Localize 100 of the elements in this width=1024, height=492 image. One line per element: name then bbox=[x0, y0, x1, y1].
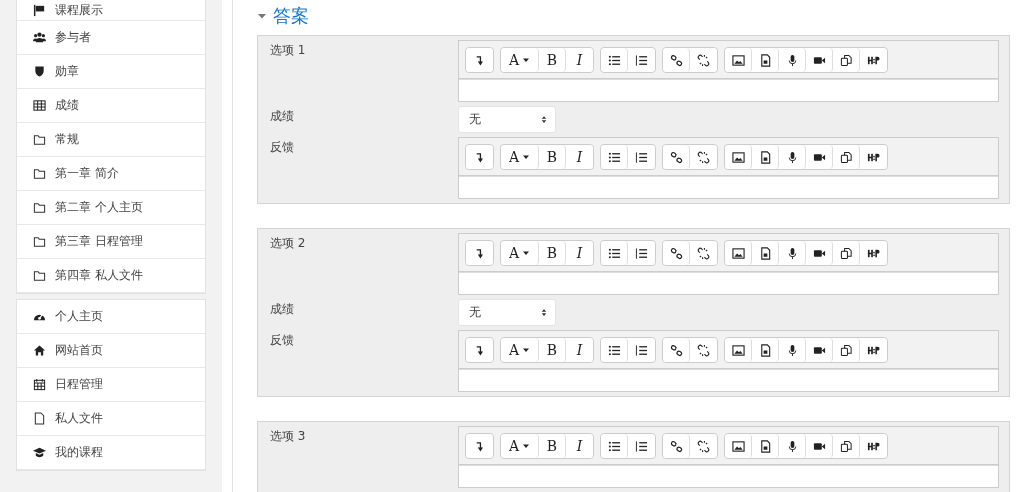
image-icon bbox=[731, 246, 745, 260]
caret-icon bbox=[522, 56, 531, 64]
document-icon bbox=[758, 53, 772, 67]
section-heading: 答案 bbox=[273, 4, 309, 28]
folder-icon bbox=[33, 269, 46, 282]
sidebar-item[interactable]: 我的课程 bbox=[17, 436, 205, 470]
grade-select[interactable]: 无 bbox=[458, 106, 556, 133]
table-icon bbox=[33, 99, 46, 112]
link-button[interactable] bbox=[663, 48, 690, 72]
numbered-list-icon bbox=[635, 439, 648, 453]
sidebar-item[interactable]: 常规 bbox=[17, 123, 205, 157]
bullet-list-icon bbox=[607, 439, 621, 453]
font-style-button[interactable]: A bbox=[501, 145, 539, 169]
up-down-arrows-icon bbox=[541, 308, 547, 317]
collapse-toolbar-button[interactable] bbox=[466, 338, 493, 362]
sidebar-item[interactable]: 日程管理 bbox=[17, 368, 205, 402]
caret-icon bbox=[522, 153, 531, 161]
up-down-arrows-icon bbox=[541, 115, 547, 124]
font-style-button[interactable]: A bbox=[501, 241, 539, 265]
grade-select[interactable]: 无 bbox=[458, 299, 556, 326]
broken-link-icon bbox=[697, 53, 710, 67]
link-icon bbox=[669, 150, 683, 164]
link-button[interactable] bbox=[663, 145, 690, 169]
bullet-list-icon bbox=[607, 150, 621, 164]
numbered-list-icon bbox=[635, 343, 648, 357]
caret-icon bbox=[522, 442, 531, 450]
image-button[interactable] bbox=[725, 48, 752, 72]
copy-icon bbox=[839, 439, 853, 453]
numbered-list-icon bbox=[635, 246, 648, 260]
bullet-list-icon bbox=[607, 246, 621, 260]
image-icon bbox=[731, 343, 745, 357]
document-icon bbox=[758, 439, 772, 453]
broken-link-icon bbox=[697, 246, 710, 260]
sidebar-item[interactable]: 网站首页 bbox=[17, 334, 205, 368]
link-icon bbox=[669, 246, 683, 260]
folder-icon bbox=[33, 133, 46, 146]
image-button[interactable] bbox=[725, 145, 752, 169]
collapse-toolbar-button[interactable] bbox=[466, 241, 493, 265]
collapse-toolbar-button[interactable] bbox=[466, 434, 493, 458]
field-label: 反馈 bbox=[270, 332, 295, 349]
bullet-list-button[interactable] bbox=[601, 48, 628, 72]
sidebar-item[interactable]: 个人主页 bbox=[17, 300, 205, 334]
sidebar-item[interactable]: 勋章 bbox=[17, 55, 205, 89]
link-icon bbox=[669, 439, 683, 453]
sidebar-item[interactable]: 第三章 日程管理 bbox=[17, 225, 205, 259]
field-label: 成绩 bbox=[270, 301, 295, 318]
users-icon bbox=[33, 31, 46, 44]
document-icon bbox=[758, 150, 772, 164]
link-button[interactable] bbox=[663, 434, 690, 458]
image-icon bbox=[731, 439, 745, 453]
folder-icon bbox=[33, 235, 46, 248]
graduation-cap-icon bbox=[33, 446, 46, 459]
bullet-list-button[interactable] bbox=[601, 145, 628, 169]
font-style-button[interactable]: A bbox=[501, 48, 539, 72]
broken-link-icon bbox=[697, 439, 710, 453]
copy-icon bbox=[839, 150, 853, 164]
sidebar-item[interactable]: 成绩 bbox=[17, 89, 205, 123]
copy-icon bbox=[839, 53, 853, 67]
sidebar-item[interactable]: 课程展示 bbox=[17, 0, 205, 21]
bullet-list-button[interactable] bbox=[601, 241, 628, 265]
broken-link-icon bbox=[697, 343, 710, 357]
sidebar-item[interactable]: 私人文件 bbox=[17, 402, 205, 436]
font-style-button[interactable]: A bbox=[501, 338, 539, 362]
link-icon bbox=[669, 53, 683, 67]
shield-icon bbox=[33, 65, 46, 78]
link-button[interactable] bbox=[663, 241, 690, 265]
sidebar-item[interactable]: 参与者 bbox=[17, 21, 205, 55]
collapse-caret-icon[interactable] bbox=[257, 11, 267, 21]
bullet-list-icon bbox=[607, 343, 621, 357]
caret-icon bbox=[522, 346, 531, 354]
file-icon bbox=[33, 412, 46, 425]
image-icon bbox=[731, 150, 745, 164]
broken-link-icon bbox=[697, 150, 710, 164]
field-label: 反馈 bbox=[270, 139, 295, 156]
calendar-icon bbox=[33, 378, 46, 391]
bullet-list-button[interactable] bbox=[601, 434, 628, 458]
image-button[interactable] bbox=[725, 338, 752, 362]
copy-icon bbox=[839, 246, 853, 260]
caret-icon bbox=[522, 249, 531, 257]
link-button[interactable] bbox=[663, 338, 690, 362]
image-button[interactable] bbox=[725, 241, 752, 265]
field-label: 选项 2 bbox=[270, 235, 307, 252]
folder-icon bbox=[33, 201, 46, 214]
font-style-button[interactable]: A bbox=[501, 434, 539, 458]
home-icon bbox=[33, 344, 46, 357]
folder-icon bbox=[33, 167, 46, 180]
sidebar-item[interactable]: 第一章 简介 bbox=[17, 157, 205, 191]
bullet-list-button[interactable] bbox=[601, 338, 628, 362]
collapse-toolbar-button[interactable] bbox=[466, 48, 493, 72]
numbered-list-icon bbox=[635, 53, 648, 67]
flag-icon bbox=[33, 3, 46, 17]
copy-icon bbox=[839, 343, 853, 357]
collapse-toolbar-button[interactable] bbox=[466, 145, 493, 169]
document-icon bbox=[758, 246, 772, 260]
image-button[interactable] bbox=[725, 434, 752, 458]
sidebar-item[interactable]: 第二章 个人主页 bbox=[17, 191, 205, 225]
sidebar-item[interactable]: 第四章 私人文件 bbox=[17, 259, 205, 293]
document-icon bbox=[758, 343, 772, 357]
numbered-list-icon bbox=[635, 150, 648, 164]
bullet-list-icon bbox=[607, 53, 621, 67]
